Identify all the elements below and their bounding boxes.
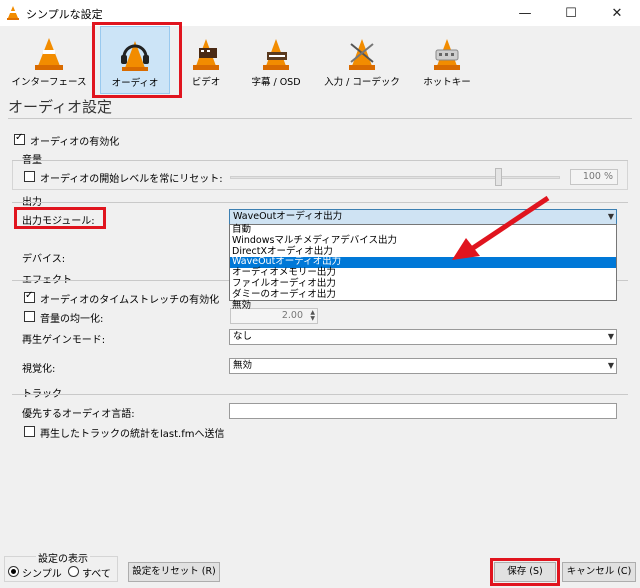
simple-label: シンプル [22,569,62,580]
codec-icon [349,39,375,70]
tab-subtitles-osd[interactable]: 字幕 / OSD [238,26,314,94]
timestretch-checkbox[interactable] [24,290,35,303]
dropdown-option[interactable]: ダミーのオーディオ出力 [230,289,616,301]
replaygain-value: なし [233,331,253,342]
vlc-cone-icon [35,38,63,70]
tab-label: インターフェース [11,77,87,88]
volume-slider-track [230,176,560,179]
timestretch-label: オーディオのタイムストレッチの有効化 [40,295,220,306]
dropdown-option[interactable]: 無効 [230,300,616,312]
volume-percent-field[interactable]: 100 % [570,169,618,185]
highlight-audio-tab [92,22,182,98]
highlight-save-button [490,558,560,586]
effects-group-title: エフェクト [22,271,72,286]
close-icon: ✕ [611,5,623,21]
tab-label: 字幕 / OSD [251,77,301,88]
tab-label: ホットキー [423,77,471,88]
maximize-button[interactable]: ☐ [548,0,594,26]
preferred-language-input[interactable] [229,403,617,419]
red-arrow-annotation [452,195,550,260]
cancel-button[interactable]: キャンセル (C) [562,562,636,582]
spin-arrows-icon: ▲ ▼ [310,309,315,322]
subtitle-icon [263,39,289,70]
preferred-language-label: 優先するオーディオ言語: [22,409,135,420]
minimize-button[interactable]: — [502,0,548,26]
output-module-value: WaveOutオーディオ出力 [233,211,343,222]
window-title: シンプルな設定 [26,8,103,21]
reset-volume-checkbox[interactable] [24,171,35,182]
device-label: デバイス: [22,254,66,265]
tab-hotkeys[interactable]: ホットキー [414,26,480,94]
tab-interface[interactable]: インターフェース [4,26,94,94]
highlight-output-module [14,207,106,229]
close-button[interactable]: ✕ [594,0,640,26]
film-icon [193,39,219,70]
chevron-down-icon: ▼ [607,361,614,370]
page-title: オーディオ設定 [8,98,112,116]
reset-volume-label: オーディオの開始レベルを常にリセット: [40,174,223,185]
tab-input-codecs[interactable]: 入力 / コーデック [316,26,408,94]
visualization-select[interactable]: 無効 ▼ [229,358,617,374]
chevron-down-icon: ▼ [607,212,614,221]
tracks-group-line [12,394,628,395]
title-divider [8,118,632,119]
output-group-title: 出力 [22,193,42,208]
volume-group-line [12,160,628,161]
enable-audio-label: オーディオの有効化 [30,137,120,148]
all-radio[interactable] [68,566,79,577]
show-settings-title: 設定の表示 [36,550,90,565]
volume-slider[interactable] [495,168,502,186]
minimize-icon: — [518,5,532,21]
vlc-cone-icon [7,6,19,20]
replaygain-label: 再生ゲインモード: [22,335,106,346]
tab-label: ビデオ [191,77,221,88]
normalize-value: 2.00 [281,310,303,321]
replaygain-select[interactable]: なし ▼ [229,329,617,345]
enable-audio-checkbox[interactable] [14,132,25,145]
reset-preferences-button[interactable]: 設定をリセット (R) [128,562,220,582]
lastfm-label: 再生したトラックの統計をlast.fmへ送信 [40,429,225,440]
all-label: すべて [82,569,111,580]
tab-label: 入力 / コーデック [324,77,400,88]
lastfm-checkbox[interactable] [24,426,35,437]
tab-video[interactable]: ビデオ [176,26,236,94]
simple-radio[interactable] [8,566,19,577]
chevron-down-icon: ▼ [607,332,614,341]
volume-percent-value: 100 % [582,171,613,182]
visualization-value: 無効 [233,360,253,371]
normalize-checkbox[interactable] [24,311,35,322]
visualization-label: 視覚化: [22,364,56,375]
maximize-icon: ☐ [565,5,577,21]
hotkey-icon [434,39,460,70]
normalize-label: 音量の均一化: [40,314,104,325]
tracks-group-title: トラック [22,385,62,400]
